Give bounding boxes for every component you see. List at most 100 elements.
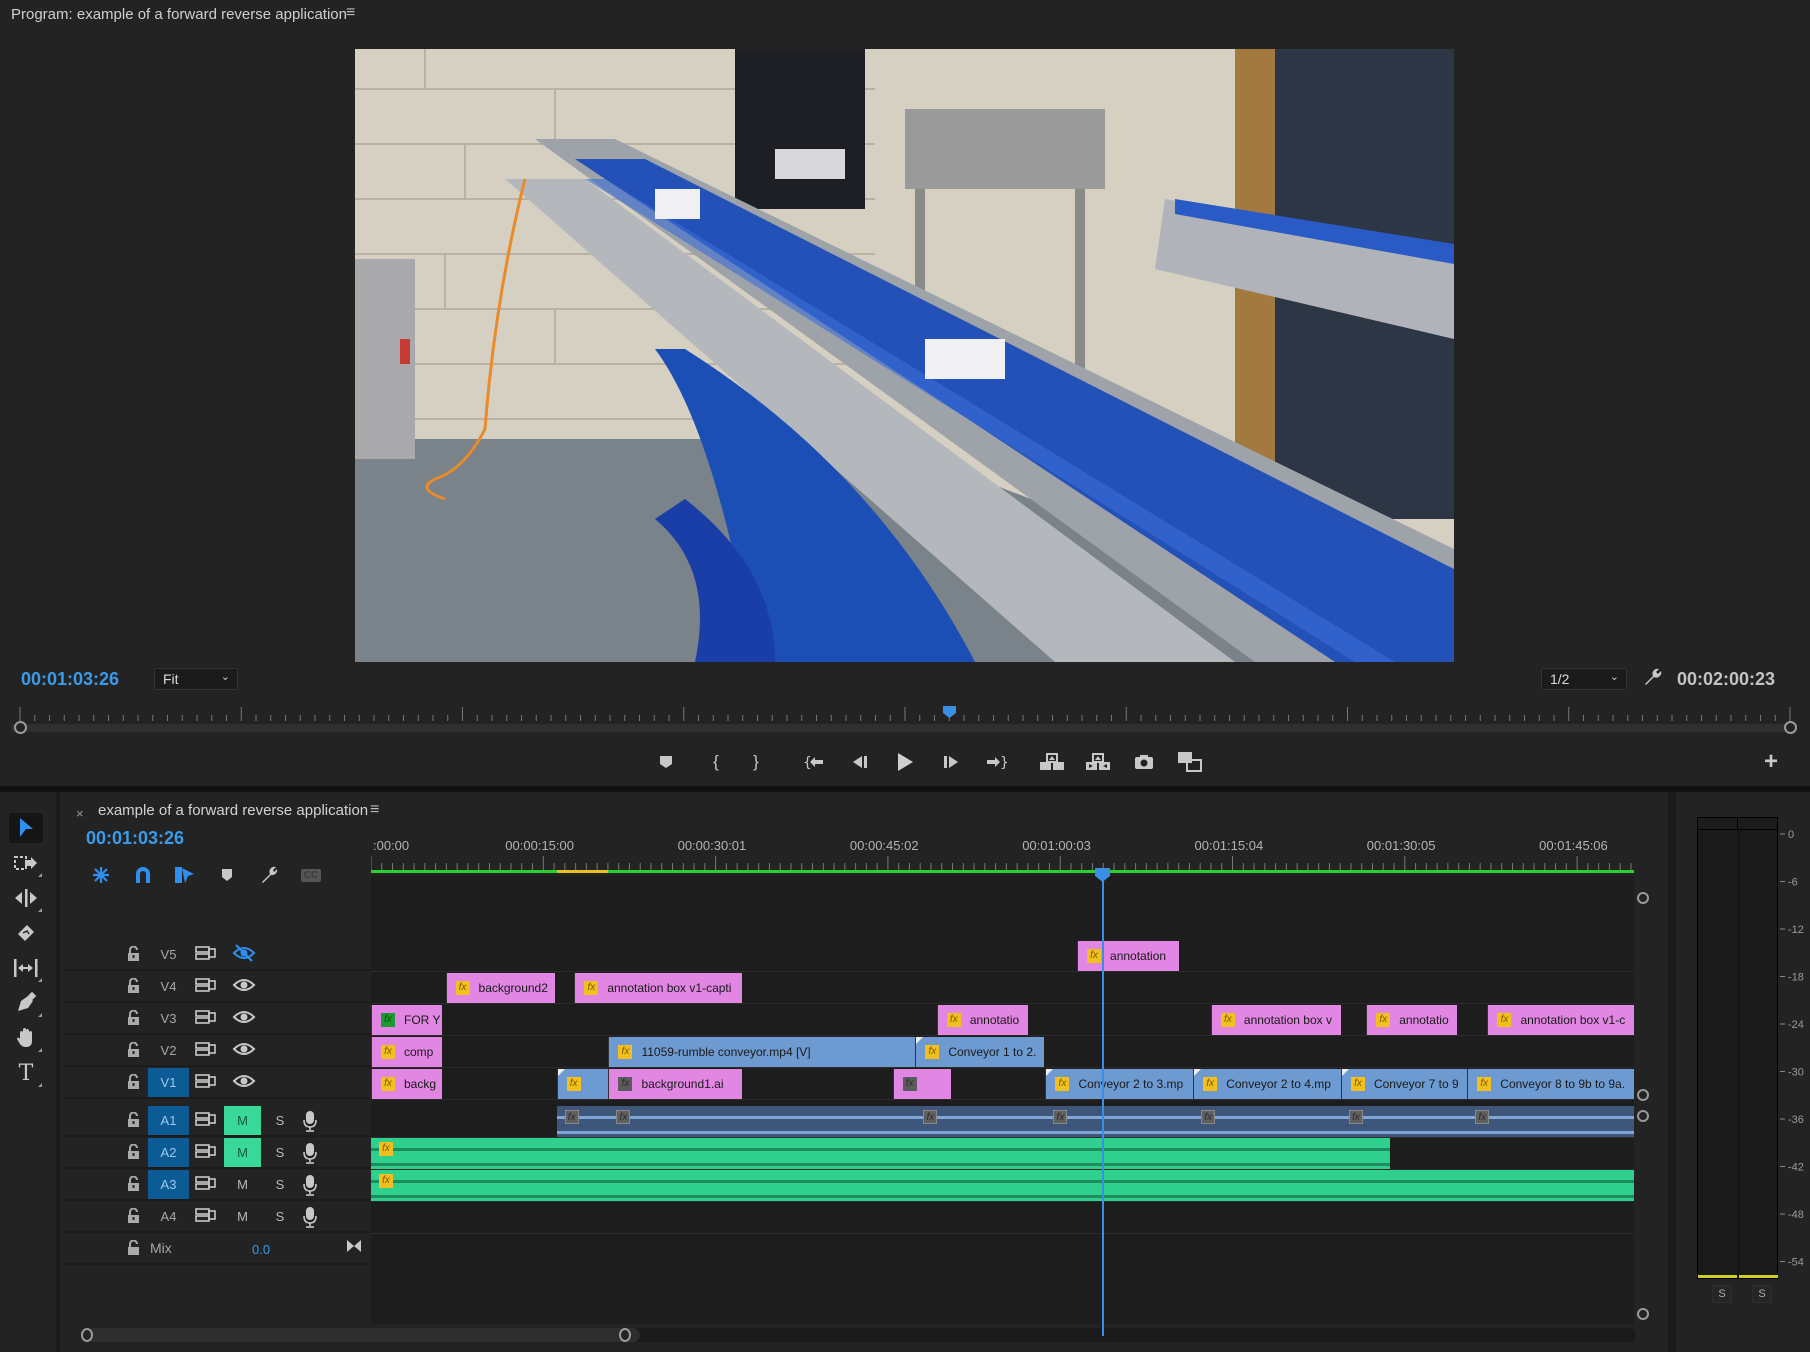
timeline-clip[interactable]: fx annotation box v1-capti (574, 973, 743, 1003)
sync-lock-icon[interactable] (195, 945, 219, 963)
lock-icon[interactable] (127, 977, 140, 996)
current-timecode[interactable]: 00:01:03:26 (21, 669, 119, 690)
solo-button[interactable]: S (268, 1202, 292, 1231)
timeline-clip[interactable]: fx (556, 1069, 609, 1099)
track-area[interactable]: fx annotation fx background2 fx annotation bo… (371, 876, 1634, 1324)
lock-icon[interactable] (127, 945, 140, 964)
horizontal-scroll-thumb[interactable] (86, 1328, 640, 1342)
comparison-view-button[interactable] (1176, 748, 1204, 776)
lock-icon[interactable] (127, 1073, 140, 1092)
audio-scroll-handle-bottom[interactable] (1637, 1308, 1649, 1320)
track-target-toggle[interactable]: V5 (148, 940, 189, 969)
mark-in-button[interactable]: { (702, 748, 730, 776)
sync-lock-icon[interactable] (195, 1175, 219, 1193)
play-button[interactable] (891, 748, 919, 776)
timeline-clip[interactable]: fx Conveyor 7 to 9 (1340, 1069, 1468, 1099)
timeline-timecode[interactable]: 00:01:03:26 (86, 828, 184, 849)
pen-tool[interactable] (9, 988, 43, 1018)
lock-icon[interactable] (127, 1009, 140, 1028)
zoom-level-select[interactable]: Fit ⌄ (154, 668, 238, 690)
audio-clip[interactable]: fx (1045, 1106, 1194, 1137)
audio-clip[interactable]: fx (608, 1106, 916, 1137)
audio-clip[interactable]: fx (1467, 1106, 1634, 1137)
track-target-toggle[interactable]: A2 (148, 1138, 189, 1167)
panel-menu-icon[interactable]: ≡ (346, 4, 355, 22)
nest-toggle-button[interactable] (88, 864, 114, 886)
timeline-settings-button[interactable] (256, 864, 282, 886)
mark-out-button[interactable]: } (742, 748, 770, 776)
panel-menu-icon[interactable]: ≡ (370, 801, 379, 819)
sync-lock-icon[interactable] (195, 1143, 219, 1161)
track-target-toggle[interactable]: A4 (148, 1202, 189, 1231)
eye-icon[interactable] (232, 1039, 258, 1061)
extract-button[interactable] (1084, 748, 1112, 776)
track-target-toggle[interactable]: V1 (148, 1068, 189, 1097)
step-forward-button[interactable] (937, 748, 965, 776)
audio-clip[interactable]: fx (371, 1170, 1634, 1201)
lane-a4[interactable] (371, 1202, 1634, 1234)
lane-a3[interactable]: fx (371, 1170, 1634, 1202)
timeline-clip[interactable]: fx Conveyor 1 to 2. (915, 1037, 1045, 1067)
export-frame-button[interactable] (1130, 748, 1158, 776)
transition-marker[interactable] (916, 1037, 924, 1044)
solo-button[interactable]: S (268, 1106, 292, 1135)
add-marker-button[interactable] (214, 864, 240, 886)
program-playhead[interactable] (942, 705, 956, 718)
hand-tool[interactable] (9, 1023, 43, 1053)
lock-icon[interactable] (127, 1175, 140, 1194)
lock-icon[interactable] (127, 1111, 140, 1130)
mute-button[interactable]: M (224, 1202, 261, 1231)
eye-icon[interactable] (232, 1007, 258, 1029)
lane-a1[interactable]: fx fx fx fx fx fx fx (371, 1106, 1634, 1138)
settings-wrench-icon[interactable] (1641, 666, 1663, 688)
lift-button[interactable] (1038, 748, 1066, 776)
type-tool[interactable]: T (9, 1058, 43, 1088)
timeline-clip[interactable]: fx (892, 1069, 951, 1099)
go-to-out-button[interactable]: } (982, 748, 1010, 776)
add-marker-button[interactable] (652, 748, 680, 776)
lane-v3[interactable]: fx FOR Yfx annotatio fx annotation box v fx an… (371, 1004, 1634, 1036)
track-target-toggle[interactable]: V3 (148, 1004, 189, 1033)
go-to-in-button[interactable]: { (800, 748, 828, 776)
microphone-icon[interactable] (302, 1206, 320, 1228)
lock-icon[interactable] (127, 1239, 140, 1258)
track-target-toggle[interactable]: V2 (148, 1036, 189, 1065)
lane-v1[interactable]: fx backg fx fx background1.ai fx fx Conveyor 2 … (371, 1068, 1634, 1100)
timeline-clip[interactable]: fx Conveyor 2 to 4.mp (1193, 1069, 1341, 1099)
microphone-icon[interactable] (302, 1142, 320, 1164)
lane-v5[interactable]: fx annotation (371, 940, 1634, 972)
audio-clip[interactable]: fx (1340, 1106, 1468, 1137)
timeline-clip[interactable]: fx annotation box v1-c (1487, 1005, 1634, 1035)
transition-marker[interactable] (1046, 1069, 1054, 1076)
eye-icon[interactable] (232, 975, 258, 997)
razor-tool[interactable] (9, 918, 43, 948)
button-editor-add-button[interactable]: + (1764, 748, 1778, 776)
timeline-clip[interactable]: fx annotation (1077, 941, 1180, 971)
snap-button[interactable] (130, 864, 156, 886)
zoom-scroll-track[interactable] (12, 724, 1797, 732)
transition-marker[interactable] (1341, 1069, 1349, 1076)
timeline-clip[interactable]: fx Conveyor 8 to 9b to 9a. (1467, 1069, 1634, 1099)
mute-button[interactable]: M (224, 1138, 261, 1167)
ripple-edit-tool[interactable] (9, 883, 43, 913)
audio-scroll-handle-top[interactable] (1637, 1110, 1649, 1122)
timeline-clip[interactable]: fx Conveyor 2 to 3.mp (1045, 1069, 1194, 1099)
video-scroll-handle-top[interactable] (1637, 892, 1649, 904)
scroll-handle-right[interactable] (619, 1328, 631, 1342)
track-target-toggle[interactable]: A3 (148, 1170, 189, 1199)
transition-marker[interactable] (557, 1069, 565, 1076)
mix-volume-value[interactable]: 0.0 (252, 1242, 270, 1257)
timeline-playhead[interactable] (1095, 868, 1111, 1338)
sync-lock-icon[interactable] (195, 1073, 219, 1091)
mute-button[interactable]: M (224, 1106, 261, 1135)
sync-lock-icon[interactable] (195, 1111, 219, 1129)
program-scrub-bar[interactable] (12, 705, 1797, 735)
track-select-tool[interactable] (9, 848, 43, 878)
lock-icon[interactable] (127, 1207, 140, 1226)
slip-tool[interactable] (9, 953, 43, 983)
solo-right-button[interactable]: S (1752, 1285, 1772, 1303)
solo-button[interactable]: S (268, 1138, 292, 1167)
timeline-clip[interactable]: fx background2 (445, 973, 556, 1003)
audio-clip[interactable]: fx (915, 1106, 1046, 1137)
captions-button[interactable]: CC (298, 864, 324, 886)
